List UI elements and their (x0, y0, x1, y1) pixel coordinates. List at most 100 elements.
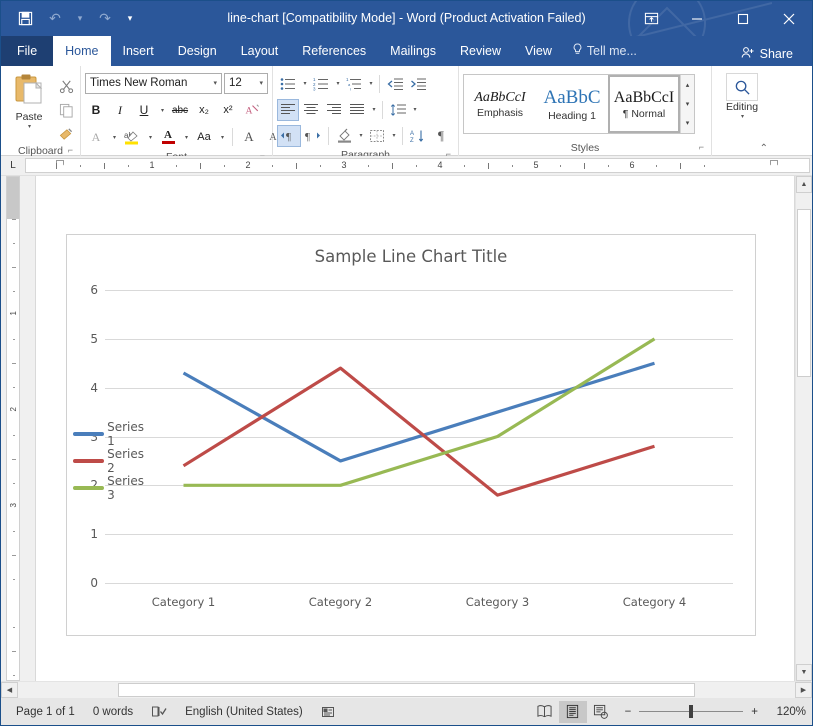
bullets-icon[interactable] (277, 73, 299, 95)
text-direction-rtl-icon[interactable]: ¶ (302, 125, 324, 147)
macro-recording-icon[interactable] (312, 701, 344, 723)
chart-legend-item[interactable]: Series 3 (73, 478, 149, 498)
copy-icon[interactable] (55, 101, 77, 119)
tab-mailings[interactable]: Mailings (378, 36, 448, 66)
caret-right-icon[interactable]: ▶ (795, 682, 812, 698)
highlight-dropdown-icon[interactable]: ▾ (145, 126, 155, 148)
tab-file[interactable]: File (1, 36, 53, 66)
change-case-dropdown-icon[interactable]: ▾ (217, 126, 227, 148)
chart-legend-item[interactable]: Series 1 (73, 424, 149, 444)
editing-button[interactable]: Editing ▾ (716, 69, 768, 120)
font-color-button[interactable]: A (157, 126, 179, 148)
chart-legend-item[interactable]: Series 2 (73, 451, 149, 471)
tell-me-box[interactable]: Tell me... (564, 36, 645, 66)
zoom-controls[interactable]: − + 120% (615, 706, 806, 718)
shading-dropdown-icon[interactable]: ▾ (356, 125, 365, 147)
document-scroll-area[interactable]: Sample Line Chart Title 0123456Category … (25, 176, 795, 681)
underline-button[interactable]: U (133, 99, 155, 121)
tab-layout[interactable]: Layout (229, 36, 291, 66)
italic-button[interactable]: I (109, 99, 131, 121)
highlight-icon[interactable]: ab (121, 126, 143, 148)
font-name-combo[interactable]: Times New Roman ▾ (85, 73, 222, 94)
shading-icon[interactable] (333, 125, 355, 147)
styles-gallery[interactable]: AaBbCcI Emphasis AaBbC Heading 1 AaBbCcI… (463, 74, 695, 134)
superscript-button[interactable]: x² (217, 99, 239, 121)
justify-dropdown-icon[interactable]: ▾ (369, 99, 378, 121)
more-styles-icon[interactable]: ▾ (681, 114, 694, 133)
page-indicator[interactable]: Page 1 of 1 (7, 701, 84, 723)
right-indent-marker[interactable] (770, 160, 778, 173)
text-effects-dropdown-icon[interactable]: ▾ (109, 126, 119, 148)
quick-access-toolbar[interactable]: ↶ ▾ ↷ ▾ (1, 6, 139, 32)
chevron-down-icon[interactable]: ▾ (209, 79, 221, 87)
vertical-ruler[interactable]: 123 (1, 176, 25, 681)
save-icon[interactable] (11, 6, 39, 32)
chart-object[interactable]: Sample Line Chart Title 0123456Category … (66, 234, 756, 636)
style-item-emphasis[interactable]: AaBbCcI Emphasis (464, 75, 536, 133)
paste-button[interactable]: Paste ▾ (5, 71, 53, 143)
chart-series-line[interactable] (184, 368, 655, 495)
strikethrough-button[interactable]: abc (169, 99, 191, 121)
align-left-icon[interactable] (277, 99, 299, 121)
zoom-slider[interactable] (639, 711, 743, 712)
tab-references[interactable]: References (290, 36, 378, 66)
chevron-up-icon[interactable]: ⌃ (760, 143, 768, 154)
web-layout-icon[interactable] (587, 701, 615, 723)
clear-formatting-icon[interactable]: A (241, 99, 263, 121)
tab-view[interactable]: View (513, 36, 564, 66)
grow-font-button[interactable]: A (238, 126, 260, 148)
chart-series-line[interactable] (184, 363, 655, 461)
text-effects-button[interactable]: A (85, 126, 107, 148)
word-count[interactable]: 0 words (84, 701, 142, 723)
share-button[interactable]: Share (732, 42, 802, 66)
scissors-icon[interactable] (55, 77, 77, 95)
chevron-down-icon[interactable]: ▾ (255, 79, 267, 87)
vertical-ruler-track[interactable]: 123 (6, 176, 20, 681)
zoom-level[interactable]: 120% (766, 706, 806, 718)
horizontal-ruler[interactable]: L 123456 (1, 156, 812, 176)
format-painter-icon[interactable] (55, 125, 77, 143)
numbering-icon[interactable]: 123 (310, 73, 332, 95)
tab-insert[interactable]: Insert (111, 36, 166, 66)
line-spacing-dropdown-icon[interactable]: ▾ (410, 99, 419, 121)
font-size-combo[interactable]: 12 ▾ (224, 73, 268, 94)
decrease-indent-icon[interactable] (384, 73, 406, 95)
read-mode-icon[interactable] (531, 701, 559, 723)
undo-dropdown-icon[interactable]: ▾ (71, 6, 89, 32)
ribbon-display-options-icon[interactable] (628, 1, 674, 36)
minimize-icon[interactable] (674, 1, 720, 36)
pilcrow-icon[interactable]: ¶ (430, 125, 452, 147)
close-icon[interactable] (766, 1, 812, 36)
ruler-track[interactable]: 123456 (25, 158, 810, 173)
ribbon-tabs[interactable]: File Home Insert Design Layout Reference… (1, 36, 812, 66)
style-item-heading-1[interactable]: AaBbC Heading 1 (536, 75, 608, 133)
zoom-slider-handle[interactable] (689, 705, 693, 718)
hscroll-track[interactable] (18, 682, 795, 698)
window-controls[interactable] (628, 1, 812, 36)
underline-dropdown-icon[interactable]: ▾ (157, 99, 167, 121)
align-right-icon[interactable] (323, 99, 345, 121)
subscript-button[interactable]: x₂ (193, 99, 215, 121)
caret-up-icon[interactable]: ▲ (796, 176, 812, 193)
sort-icon[interactable]: AZ (407, 125, 429, 147)
change-case-button[interactable]: Aa (193, 126, 215, 148)
borders-dropdown-icon[interactable]: ▾ (389, 125, 398, 147)
zoom-out-button[interactable]: − (625, 706, 632, 718)
tab-home[interactable]: Home (53, 36, 110, 66)
redo-icon[interactable]: ↷ (91, 6, 119, 32)
hscroll-thumb[interactable] (118, 683, 695, 697)
vertical-scrollbar[interactable]: ▲ ▼ (795, 176, 812, 681)
increase-indent-icon[interactable] (407, 73, 429, 95)
bullets-dropdown-icon[interactable]: ▾ (300, 73, 309, 95)
text-direction-ltr-icon[interactable]: ¶ (277, 125, 301, 147)
language-indicator[interactable]: English (United States) (176, 701, 312, 723)
vscroll-thumb[interactable] (797, 209, 811, 377)
tab-design[interactable]: Design (166, 36, 229, 66)
horizontal-scrollbar[interactable]: ◀ ▶ (1, 681, 812, 698)
print-layout-icon[interactable] (559, 701, 587, 723)
dialog-launcher-icon[interactable]: ⌐ (699, 139, 704, 155)
paste-dropdown-icon[interactable]: ▾ (28, 123, 31, 130)
chevron-down-icon[interactable]: ▾ (121, 6, 139, 32)
caret-down-icon[interactable]: ▼ (796, 664, 812, 681)
multilevel-dropdown-icon[interactable]: ▾ (366, 73, 375, 95)
